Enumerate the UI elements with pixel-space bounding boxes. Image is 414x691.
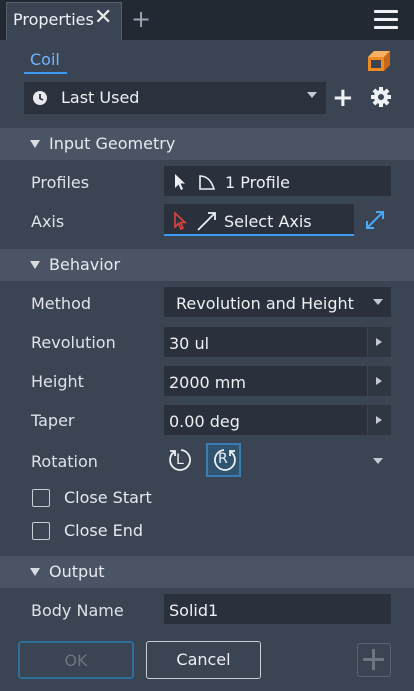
close-icon[interactable]: ✕ [94, 6, 112, 30]
tab-coil-underline [24, 72, 67, 74]
method-label: Method [31, 294, 92, 313]
preset-value: Last Used [61, 88, 140, 107]
section-input-geometry-title: Input Geometry [49, 134, 176, 153]
close-end-checkbox[interactable] [32, 522, 50, 540]
apply-button[interactable] [357, 643, 391, 677]
rotation-label: Rotation [31, 452, 98, 471]
select-cursor-active-icon [174, 212, 188, 230]
profiles-label: Profiles [31, 173, 90, 192]
rotation-left-glyph: L [176, 452, 184, 468]
taper-menu-arrow[interactable] [367, 405, 391, 435]
body-name-label: Body Name [31, 601, 124, 620]
close-end-label: Close End [64, 521, 144, 540]
revolution-value: 30 ul [169, 334, 210, 353]
gear-icon[interactable] [370, 86, 392, 108]
clock-icon [33, 91, 47, 105]
height-value: 2000 mm [169, 373, 246, 392]
plus-icon [363, 649, 384, 670]
chevron-down-icon [373, 299, 383, 305]
tab-coil[interactable]: Coil [30, 50, 60, 69]
collapse-arrow-icon [30, 568, 40, 576]
cancel-button[interactable]: Cancel [146, 641, 261, 679]
taper-value: 0.00 deg [169, 412, 240, 431]
section-behavior-title: Behavior [49, 255, 121, 274]
height-menu-arrow[interactable] [367, 366, 391, 396]
flip-direction-icon[interactable] [364, 209, 386, 231]
hamburger-menu-icon[interactable] [374, 10, 398, 30]
add-tab-icon[interactable]: + [131, 6, 151, 32]
coil-cube-icon [368, 51, 390, 71]
method-value: Revolution and Height [176, 294, 354, 313]
close-start-checkbox[interactable] [32, 489, 50, 507]
rotation-right-glyph: R [218, 451, 228, 467]
rotation-right-button[interactable]: R [206, 443, 241, 477]
profiles-value: 1 Profile [225, 173, 291, 192]
axis-label: Axis [31, 212, 65, 231]
ok-button[interactable]: OK [18, 641, 134, 679]
add-preset-button[interactable]: + [332, 85, 354, 111]
body-name-value: Solid1 [169, 601, 219, 620]
axis-value: Select Axis [224, 212, 312, 231]
tab-properties-label: Properties [13, 10, 94, 29]
select-cursor-icon [175, 174, 185, 190]
collapse-arrow-icon [30, 261, 40, 269]
section-output-title: Output [49, 562, 105, 581]
height-label: Height [31, 372, 84, 391]
profile-shape-icon [199, 175, 216, 190]
collapse-arrow-icon [30, 140, 40, 148]
rotation-left-button[interactable]: L [166, 446, 196, 476]
close-start-label: Close Start [64, 488, 152, 507]
chevron-down-icon [307, 92, 317, 98]
taper-label: Taper [31, 411, 75, 430]
revolution-menu-arrow[interactable] [367, 327, 391, 357]
rotation-expand-icon[interactable] [373, 458, 383, 464]
revolution-label: Revolution [31, 333, 116, 352]
axis-arrow-icon [197, 212, 216, 231]
